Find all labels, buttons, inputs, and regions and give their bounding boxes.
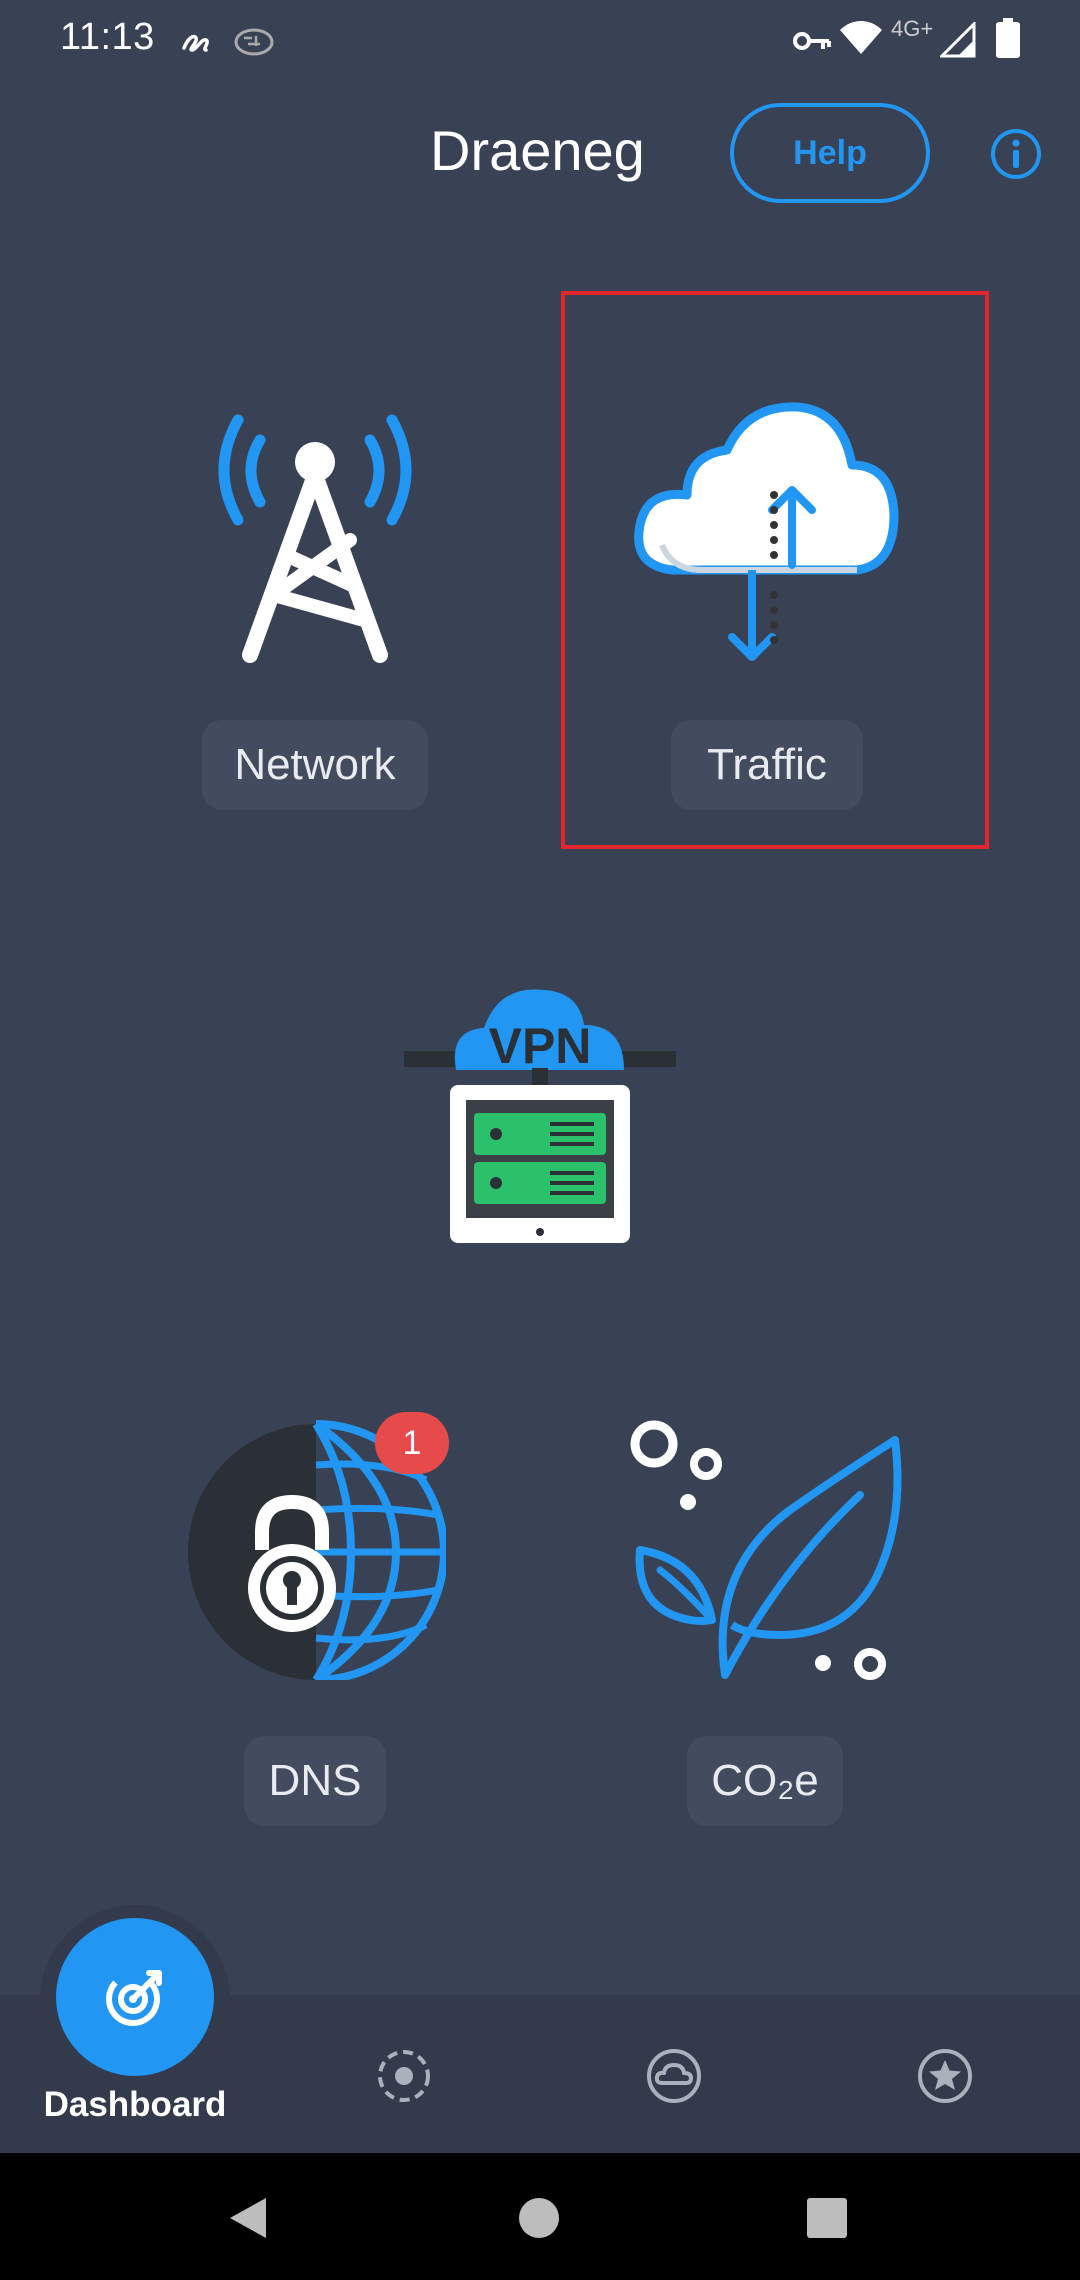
status-time: 11:13	[60, 16, 155, 58]
vpn-tile[interactable]: VPN	[404, 980, 676, 1245]
network-type: 4G+	[891, 16, 934, 41]
dns-notification-badge: 1	[375, 1412, 449, 1474]
dashboard-label[interactable]: Dashboard	[20, 2085, 250, 2125]
network-tower-icon	[218, 414, 412, 663]
dns-label: DNS	[244, 1736, 386, 1826]
co2e-label: CO₂e	[687, 1736, 843, 1826]
highlight-box	[561, 291, 989, 849]
wifi-icon	[840, 21, 882, 54]
back-icon[interactable]	[228, 2196, 268, 2240]
network-tile[interactable]: Network	[190, 390, 440, 820]
system-navigation-bar	[0, 2153, 1080, 2280]
network-label: Network	[202, 720, 428, 810]
settings-dial-icon[interactable]	[376, 2048, 432, 2104]
app-title: Draeneg	[430, 119, 645, 182]
dashboard-button[interactable]	[56, 1918, 214, 2076]
vpn-server-icon: VPN	[404, 989, 676, 1243]
help-button[interactable]: Help	[730, 103, 930, 203]
status-bar: 11:13 4G+	[0, 0, 1080, 84]
info-icon[interactable]	[990, 128, 1042, 180]
leaf-co2-icon	[630, 1420, 902, 1680]
co2e-tile[interactable]: CO₂e	[630, 1420, 910, 1840]
signal-icon	[940, 22, 976, 58]
notification-brain-icon	[234, 28, 274, 56]
dns-tile[interactable]: DNS	[186, 1420, 448, 1840]
vpn-text: VPN	[489, 1018, 592, 1074]
notification-signature-icon	[182, 34, 209, 52]
vpn-key-icon	[793, 32, 831, 50]
recents-icon[interactable]	[807, 2198, 847, 2238]
cloud-icon[interactable]	[646, 2048, 702, 2104]
dashboard-icon	[106, 1970, 162, 2026]
star-icon[interactable]	[917, 2048, 973, 2104]
home-icon[interactable]	[518, 2197, 560, 2239]
battery-icon	[996, 18, 1020, 58]
